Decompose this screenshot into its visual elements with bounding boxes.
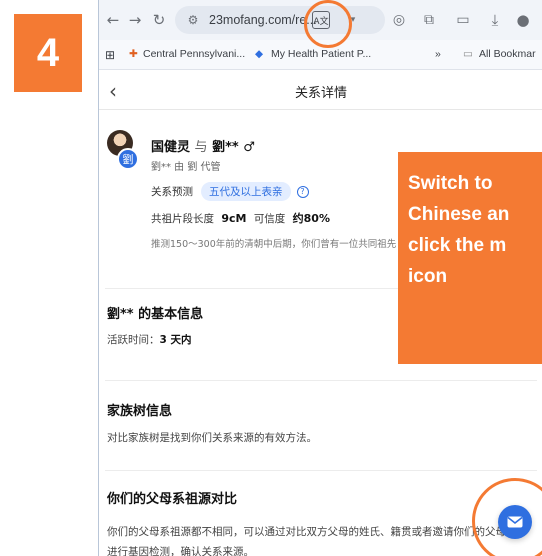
prediction-tag: 五代及以上表亲 — [201, 182, 291, 201]
managed-by-text: 劉** 由 劉 代管 — [151, 162, 221, 173]
bookmark-central-pennsylvania[interactable]: Central Pennsylvani... — [143, 48, 245, 60]
page-header: ‹ 关系详情 — [99, 70, 542, 110]
folder-icon: ▭ — [463, 48, 473, 60]
bookmark-shield-icon: ◆ — [255, 48, 264, 60]
confidence-label: 可信度 — [253, 213, 286, 225]
inference-text: 推测150～300年前的清朝中后期，你们曾有一位共同祖先 — [151, 239, 397, 250]
divider — [105, 470, 537, 471]
segment-value: 9cM — [221, 212, 247, 225]
bookmark-all-bookmarks[interactable]: All Bookmar — [479, 48, 536, 60]
relative-name: 劉** ♂ — [212, 140, 255, 155]
site-info-icon[interactable]: ⚙ — [183, 10, 203, 30]
confidence-value: 约80% — [292, 212, 330, 225]
segment-label: 共祖片段长度 — [151, 213, 214, 225]
user-name: 国健灵 — [151, 140, 191, 155]
basic-info-title: 劉** 的基本信息 — [107, 307, 204, 322]
callout-line: Chinese an — [408, 204, 510, 225]
active-time: 活跃时间：3 天内 — [107, 332, 191, 347]
instruction-callout: Switch to Chinese an click the m icon — [398, 152, 542, 364]
prediction-label: 关系预测 — [151, 186, 193, 198]
divider — [105, 380, 537, 381]
tab-search-icon[interactable]: ▭ — [453, 10, 473, 30]
apps-grid-icon[interactable]: ⊞ — [105, 48, 115, 62]
extension-icon[interactable]: ◎ — [389, 10, 409, 30]
relationship-names: 国健灵 与 劉** ♂ — [151, 136, 255, 155]
conjunction-text: 与 — [194, 140, 208, 155]
profile-avatar-icon[interactable]: ● — [513, 10, 533, 30]
relative-avatar[interactable]: 劉 — [117, 148, 139, 170]
parents-ancestry-text-2: 进行基因检测，确认关系来源。 — [107, 546, 254, 556]
forward-arrow-icon[interactable]: → — [125, 10, 145, 30]
segment-row: 共祖片段长度 9cM 可信度 约80% — [151, 210, 334, 226]
parents-ancestry-text: 你们的父母系祖源都不相同，可以通过对比双方父母的姓氏、籍贯或者邀请你们的父母 — [107, 526, 506, 538]
callout-line: icon — [408, 266, 448, 287]
callout-line: click the m — [408, 235, 507, 256]
step-number-badge: 4 — [14, 14, 82, 92]
help-icon[interactable]: ? — [296, 185, 309, 198]
page-title: 关系详情 — [294, 86, 347, 101]
active-value: 3 天内 — [159, 334, 192, 346]
back-arrow-icon[interactable]: ← — [103, 10, 123, 30]
download-icon[interactable]: ⤓ — [485, 10, 505, 30]
family-tree-text: 对比家族树是找到你们关系来源的有效方法。 — [107, 432, 317, 444]
bookmark-my-health[interactable]: My Health Patient P... — [271, 48, 371, 60]
family-tree-title: 家族树信息 — [107, 404, 173, 419]
active-label: 活跃时间： — [107, 334, 160, 346]
callout-line: Switch to — [408, 173, 493, 194]
prediction-row: 关系预测 五代及以上表亲 ? — [151, 182, 309, 201]
highlight-circle-translate — [304, 0, 352, 48]
reload-icon[interactable]: ↻ — [149, 10, 169, 30]
puzzle-icon[interactable]: ⧉ — [419, 10, 439, 30]
bookmarks-overflow[interactable]: » — [435, 48, 441, 60]
url-text[interactable]: 23mofang.com/re... — [209, 13, 317, 27]
parents-ancestry-title: 你们的父母系祖源对比 — [107, 492, 238, 507]
bookmark-favicon-icon: ✚ — [129, 48, 138, 60]
